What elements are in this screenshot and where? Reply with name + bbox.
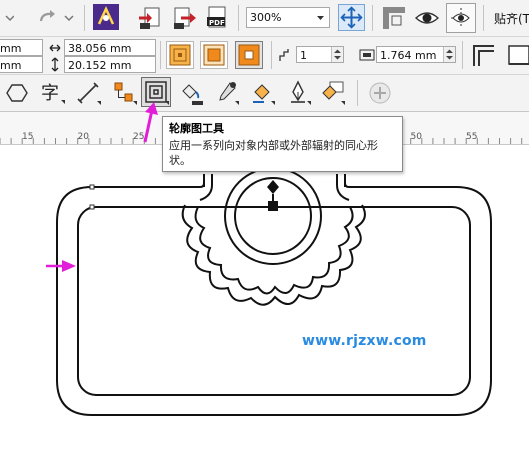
- contour-offset-input[interactable]: 1.764 mm: [376, 46, 456, 63]
- standard-toolbar: PDF 300% 贴齐(T): [0, 0, 529, 37]
- width-icon: [49, 41, 61, 55]
- contour-color-icon[interactable]: [505, 42, 529, 68]
- view-eye-grid-icon[interactable]: [414, 5, 440, 31]
- x-position-value: mm: [0, 42, 22, 55]
- property-bar: mm mm 38.056 mm 20.152 mm 1 1.764 mm: [0, 37, 529, 75]
- contour-diamond-handle: [267, 180, 279, 194]
- height-value: 20.152 mm: [68, 59, 132, 72]
- watermark-text: www.rjzxw.com: [302, 333, 427, 349]
- contour-to-center-icon[interactable]: [166, 41, 194, 69]
- width-input[interactable]: 38.056 mm: [64, 39, 156, 56]
- y-position-value: mm: [0, 59, 22, 72]
- dimension-tool-icon[interactable]: [76, 81, 102, 105]
- polygon-tool-icon[interactable]: [6, 82, 28, 104]
- snap-to-menu[interactable]: 贴齐(T): [494, 10, 529, 27]
- contour-steps-input[interactable]: 1: [296, 46, 344, 63]
- fill-bucket-tool-icon[interactable]: [178, 81, 204, 105]
- contour-offset-value: 1.764 mm: [380, 49, 437, 62]
- inner-rounded-rectangle: [77, 206, 471, 396]
- interactive-tools-toolbar: 字: [0, 75, 529, 112]
- selection-node: [89, 204, 95, 210]
- drawing-artwork: [46, 167, 492, 416]
- zoom-level-value: 300%: [250, 11, 282, 24]
- contour-offset-icon: [359, 47, 375, 63]
- width-value: 38.056 mm: [68, 42, 132, 55]
- tooltip-title: 轮廓图工具: [169, 122, 224, 135]
- show-rulers-icon[interactable]: [381, 5, 407, 31]
- separator: [372, 5, 373, 31]
- ruler-label: 55: [466, 132, 478, 142]
- height-icon: [49, 57, 61, 72]
- separator: [483, 5, 484, 31]
- left-annotation-arrow-head: [62, 260, 76, 272]
- selection-node: [89, 184, 95, 190]
- corel-app-launcher-icon[interactable]: [93, 4, 119, 30]
- redo-icon[interactable]: [38, 8, 58, 26]
- contour-steps-icon: [278, 47, 294, 63]
- separator: [271, 41, 272, 69]
- smart-fill-tool-icon[interactable]: [320, 80, 346, 105]
- full-screen-preview-icon[interactable]: [338, 4, 365, 31]
- svg-text:PDF: PDF: [209, 19, 225, 27]
- connector-tool-icon[interactable]: [112, 81, 138, 105]
- separator: [84, 5, 85, 31]
- contour-square-handle: [268, 201, 278, 211]
- ruler-label: 50: [410, 132, 422, 142]
- show-guidelines-icon[interactable]: [446, 3, 476, 33]
- tooltip-description: 应用一系列向对象内部或外部辐射的同心形状。: [169, 139, 378, 167]
- contour-steps-value: 1: [300, 49, 307, 62]
- separator: [357, 80, 358, 106]
- ruler-label: 15: [22, 132, 34, 142]
- inner-scalloped-badge: [194, 206, 354, 295]
- x-position-input[interactable]: mm: [0, 39, 43, 56]
- eyedropper-tool-icon[interactable]: [214, 80, 240, 105]
- outline-pen-tool-icon[interactable]: [286, 80, 312, 105]
- undo-dropdown-icon[interactable]: [4, 9, 14, 27]
- outside-contour-icon[interactable]: [235, 41, 263, 69]
- zoom-level-select[interactable]: 300%: [246, 7, 330, 28]
- y-position-input[interactable]: mm: [0, 56, 43, 73]
- contour-tool-tooltip: 轮廓图工具 应用一系列向对象内部或外部辐射的同心形状。: [162, 116, 403, 172]
- spinner-arrows-icon[interactable]: [331, 47, 343, 62]
- separator: [238, 5, 239, 31]
- publish-pdf-icon[interactable]: PDF: [205, 5, 231, 31]
- contour-corner-icon[interactable]: [470, 42, 496, 68]
- svg-text:字: 字: [41, 83, 59, 104]
- ruler-label: 20: [77, 132, 89, 142]
- export-icon[interactable]: [171, 5, 197, 31]
- text-tool-icon[interactable]: 字: [40, 80, 66, 106]
- spinner-arrows-icon[interactable]: [443, 47, 455, 62]
- inside-contour-icon[interactable]: [200, 41, 228, 69]
- drawing-canvas[interactable]: www.rjzxw.com: [0, 145, 529, 463]
- add-tool-icon[interactable]: [368, 81, 392, 105]
- redo-dropdown-icon[interactable]: [64, 9, 74, 27]
- height-input[interactable]: 20.152 mm: [64, 56, 156, 73]
- separator: [160, 41, 161, 69]
- separator: [462, 41, 463, 69]
- chevron-down-icon: [316, 8, 325, 27]
- interactive-fill-tool-icon[interactable]: [250, 80, 276, 105]
- import-icon[interactable]: [137, 5, 163, 31]
